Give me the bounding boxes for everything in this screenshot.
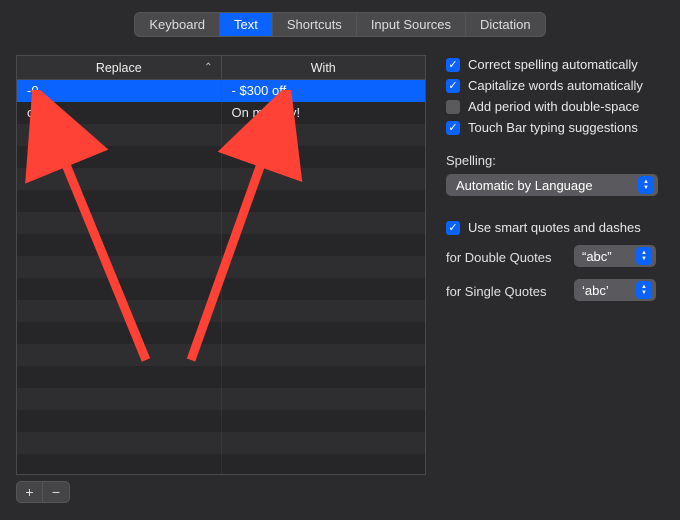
single-quotes-popup[interactable]: ‘abc’ ▲▼ [574, 279, 656, 301]
option-label: Use smart quotes and dashes [468, 220, 641, 235]
spelling-section-label: Spelling: [446, 153, 664, 168]
option-add-period[interactable]: Add period with double-space [446, 99, 664, 114]
option-capitalize[interactable]: Capitalize words automatically [446, 78, 664, 93]
table-row[interactable]: omw On my way! [17, 102, 425, 124]
table-row-empty [17, 454, 425, 475]
checkbox-icon[interactable] [446, 221, 460, 235]
single-quotes-value: ‘abc’ [582, 283, 609, 298]
table-row-empty [17, 344, 425, 366]
tab-shortcuts[interactable]: Shortcuts [273, 13, 357, 36]
column-header-with-label: With [311, 61, 336, 75]
table-row-empty [17, 300, 425, 322]
sort-indicator-icon: ⌃ [204, 62, 212, 73]
table-row[interactable]: -0 - $300 off [17, 80, 425, 102]
option-correct-spelling[interactable]: Correct spelling automatically [446, 57, 664, 72]
tab-bar: Keyboard Text Shortcuts Input Sources Di… [0, 0, 680, 55]
column-header-replace-label: Replace [96, 61, 142, 75]
tab-dictation[interactable]: Dictation [466, 13, 545, 36]
table-row-empty [17, 366, 425, 388]
table-row-empty [17, 388, 425, 410]
cell-replace[interactable]: -0 [17, 80, 222, 102]
popup-arrows-icon: ▲▼ [636, 247, 652, 265]
table-row-empty [17, 256, 425, 278]
option-touchbar[interactable]: Touch Bar typing suggestions [446, 120, 664, 135]
table-row-empty [17, 410, 425, 432]
table-row-empty [17, 124, 425, 146]
add-button[interactable]: + [17, 482, 43, 502]
double-quotes-popup[interactable]: “abc” ▲▼ [574, 245, 656, 267]
checkbox-icon[interactable] [446, 79, 460, 93]
table-row-empty [17, 234, 425, 256]
table-row-empty [17, 322, 425, 344]
table-body: -0 - $300 off omw On my way! [17, 80, 425, 475]
column-header-replace[interactable]: Replace ⌃ [17, 56, 222, 79]
checkbox-icon[interactable] [446, 121, 460, 135]
cell-replace[interactable]: omw [17, 102, 222, 124]
remove-button[interactable]: − [43, 482, 69, 502]
table-row-empty [17, 168, 425, 190]
option-label: Touch Bar typing suggestions [468, 120, 638, 135]
tab-text[interactable]: Text [220, 13, 273, 36]
table-row-empty [17, 212, 425, 234]
single-quotes-label: for Single Quotes [446, 284, 564, 299]
option-smart-quotes[interactable]: Use smart quotes and dashes [446, 220, 664, 235]
checkbox-icon[interactable] [446, 58, 460, 72]
column-header-with[interactable]: With [222, 56, 426, 79]
spelling-popup-value: Automatic by Language [456, 178, 593, 193]
option-label: Correct spelling automatically [468, 57, 638, 72]
checkbox-icon[interactable] [446, 100, 460, 114]
table-row-empty [17, 190, 425, 212]
popup-arrows-icon: ▲▼ [638, 176, 654, 194]
cell-with[interactable]: - $300 off [222, 80, 426, 102]
double-quotes-label: for Double Quotes [446, 250, 564, 265]
replacements-table: Replace ⌃ With -0 - $300 off omw On my w… [16, 55, 426, 475]
double-quotes-value: “abc” [582, 249, 612, 264]
tab-keyboard[interactable]: Keyboard [135, 13, 220, 36]
option-label: Add period with double-space [468, 99, 639, 114]
add-remove-control: + − [16, 481, 70, 503]
table-row-empty [17, 146, 425, 168]
tab-segmented-control: Keyboard Text Shortcuts Input Sources Di… [134, 12, 545, 37]
option-label: Capitalize words automatically [468, 78, 643, 93]
table-row-empty [17, 278, 425, 300]
spelling-popup[interactable]: Automatic by Language ▲▼ [446, 174, 658, 196]
popup-arrows-icon: ▲▼ [636, 281, 652, 299]
cell-with[interactable]: On my way! [222, 102, 426, 124]
tab-input-sources[interactable]: Input Sources [357, 13, 466, 36]
table-row-empty [17, 432, 425, 454]
